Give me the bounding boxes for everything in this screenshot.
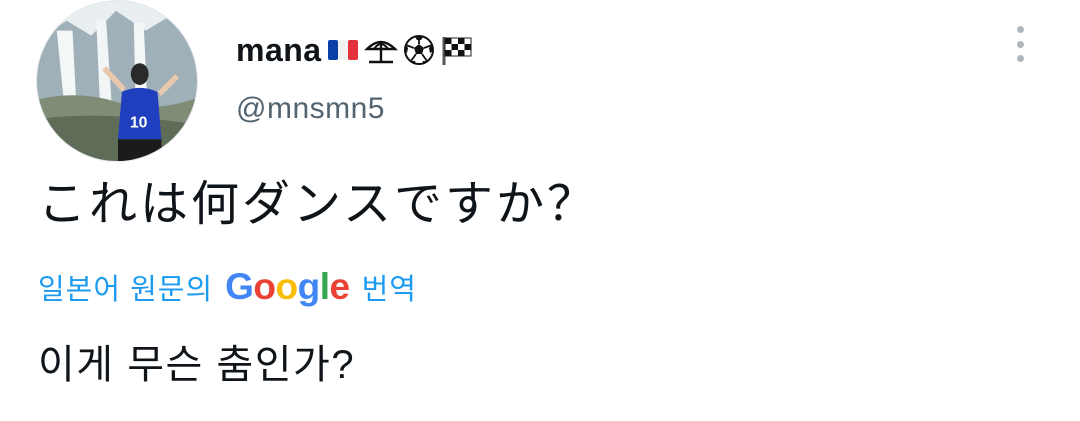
google-logo: Google [225,266,350,307]
checkered-flag-icon [440,33,474,67]
translation-attribution[interactable]: 일본어 원문의 Google 번역 [38,262,417,312]
svg-text:10: 10 [130,114,148,131]
avatar-photo: 10 [37,1,197,161]
more-options-button[interactable] [1006,20,1034,68]
avatar[interactable]: 10 [36,0,198,162]
flag-france-icon [326,33,360,67]
more-vertical-icon [1016,26,1024,33]
translated-text: 이게 무슨 춤인가? [38,343,356,387]
tweet-text: これは何ダンスですか？ [38,178,599,231]
display-name-row[interactable]: mana [236,28,474,72]
tweet-card: 10 mana @mnsmn5 これは何ダンスですか？ 일본어 원문의 G o … [0,0,1080,421]
user-handle[interactable]: @mnsmn5 [236,92,385,126]
translation-suffix: 번역 [361,274,417,306]
beach-umbrella-icon [363,33,398,67]
display-name[interactable]: mana [236,32,322,69]
translation-label: 일본어 원문의 [38,274,214,306]
soccer-ball-icon [402,33,436,67]
